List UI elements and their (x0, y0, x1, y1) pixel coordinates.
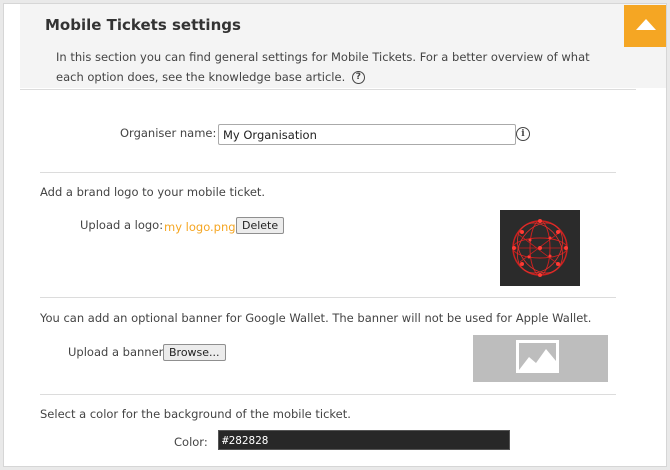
question-circle-icon[interactable]: ? (351, 71, 365, 84)
upload-banner-label: Upload a banner: (68, 345, 168, 359)
divider (40, 172, 616, 173)
divider (20, 89, 636, 90)
settings-panel: Mobile Tickets settings In this section … (3, 3, 667, 467)
image-placeholder-mountain (519, 349, 556, 370)
section-title: Mobile Tickets settings (45, 16, 241, 34)
delete-logo-button[interactable]: Delete (236, 217, 285, 234)
color-label: Color: (174, 435, 208, 449)
description-text: In this section you can find general set… (56, 50, 590, 84)
color-input[interactable]: #282828 (218, 430, 510, 450)
banner-preview-placeholder (473, 335, 608, 382)
organiser-name-label: Organiser name: (120, 126, 217, 140)
organiser-name-input[interactable] (218, 124, 516, 145)
logo-preview-image (500, 210, 580, 286)
banner-intro-text: You can add an optional banner for Googl… (40, 311, 592, 325)
browse-banner-button[interactable]: Browse... (163, 344, 226, 361)
image-placeholder-icon (516, 340, 559, 373)
info-circle-icon[interactable]: i (516, 127, 530, 141)
globe-logo-icon (512, 219, 568, 277)
color-intro-text: Select a color for the background of the… (40, 407, 351, 421)
collapse-button[interactable] (624, 5, 666, 47)
upload-logo-label: Upload a logo: (80, 218, 164, 232)
collapse-arrow-icon (636, 19, 656, 30)
logo-file-link[interactable]: my logo.png (164, 220, 236, 234)
divider (40, 297, 616, 298)
divider (40, 394, 616, 395)
logo-intro-text: Add a brand logo to your mobile ticket. (40, 185, 266, 199)
section-description: In this section you can find general set… (56, 47, 616, 87)
